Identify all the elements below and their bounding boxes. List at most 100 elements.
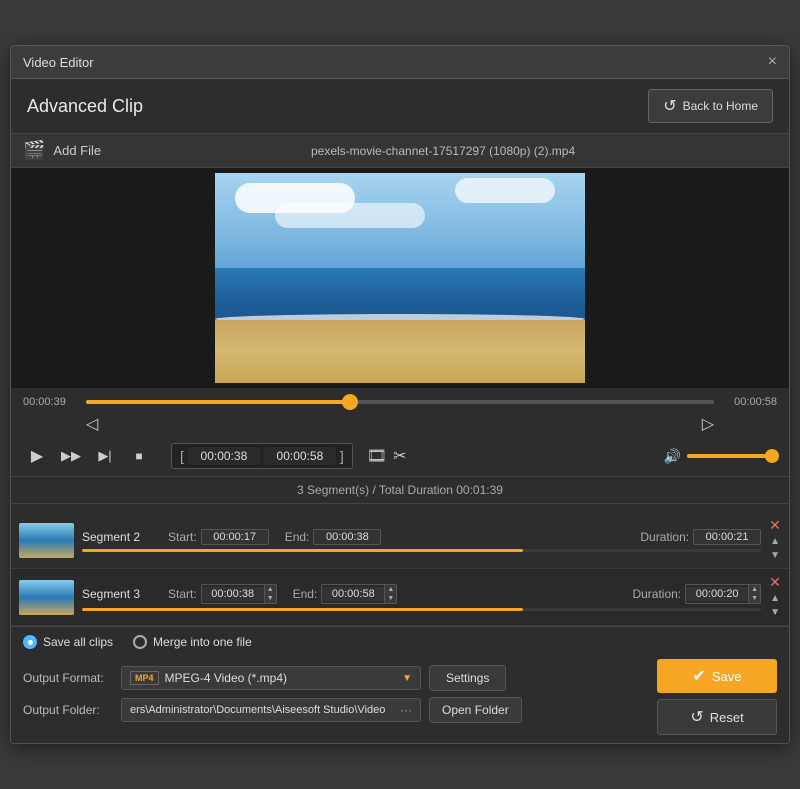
volume-icon: 🔊	[664, 448, 681, 465]
segment-2-header: Segment 2 Start: 00:00:17 End: 00:00:38 …	[82, 529, 761, 545]
timeline-slider[interactable]	[86, 400, 714, 404]
trim-right-marker[interactable]: ▷	[702, 414, 714, 434]
segment-2-up-button[interactable]: ▲	[769, 536, 781, 548]
segment-3-progress-fill	[82, 608, 523, 611]
segment-2-name: Segment 2	[82, 530, 152, 544]
segment-3-actions: ✕ ▲ ▼	[769, 575, 781, 619]
segment-2-end: End: 00:00:38	[285, 529, 382, 545]
save-all-label: Save all clips	[43, 635, 113, 649]
reset-icon: ↺	[690, 707, 703, 727]
save-button[interactable]: ✔ Save	[657, 659, 777, 693]
segment-3-header: Segment 3 Start: ▲ ▼ End:	[82, 584, 761, 604]
save-all-radio[interactable]	[23, 635, 37, 649]
segment-3-start-down[interactable]: ▼	[265, 594, 276, 603]
format-label: Output Format:	[23, 671, 113, 685]
segment-3-end-down[interactable]: ▼	[385, 594, 396, 603]
merge-radio[interactable]	[133, 635, 147, 649]
timeline-end-label: 00:00:58	[722, 396, 777, 408]
titlebar: Video Editor ×	[11, 46, 789, 79]
segment-2-thumbnail	[19, 523, 74, 558]
format-row: Output Format: MP4 MPEG-4 Video (*.mp4) …	[23, 665, 645, 691]
fast-forward-button[interactable]: ▶▶	[57, 442, 85, 470]
folder-path-display: ers\Administrator\Documents\Aiseesoft St…	[121, 698, 421, 722]
segment-3-close-button[interactable]: ✕	[769, 575, 781, 589]
segment-3-start: Start: ▲ ▼	[168, 584, 277, 604]
timeline-start-label: 00:00:39	[23, 396, 78, 408]
bottom-section: Save all clips Merge into one file Outpu…	[11, 626, 789, 743]
folder-path-text: ers\Administrator\Documents\Aiseesoft St…	[130, 704, 392, 716]
stop-button[interactable]: ■	[125, 442, 153, 470]
segment-3-end-up[interactable]: ▲	[385, 585, 396, 594]
segment-3-thumbnail	[19, 580, 74, 615]
right-bracket-icon: ]	[340, 448, 344, 464]
page-title: Advanced Clip	[27, 96, 143, 117]
video-preview-container	[11, 168, 789, 388]
segment-3-duration: Duration: ▲ ▼	[632, 584, 761, 604]
segment-item: Segment 3 Start: ▲ ▼ End:	[11, 569, 789, 626]
scissors-icon-button[interactable]: ✂	[393, 446, 406, 466]
segment-2-progress-fill	[82, 549, 523, 552]
folder-dots-button[interactable]: ···	[400, 703, 412, 717]
trim-start-input[interactable]	[188, 447, 260, 465]
clip-icons: 🎞 ✂	[367, 446, 407, 466]
reset-button[interactable]: ↺ Reset	[657, 699, 777, 735]
trim-controls: [ ]	[171, 443, 353, 469]
segment-3-duration-input[interactable]	[686, 587, 748, 601]
trim-markers-row: ◁ ▷	[23, 414, 777, 436]
segment-3-name: Segment 3	[82, 587, 152, 601]
segment-3-start-up[interactable]: ▲	[265, 585, 276, 594]
open-folder-button[interactable]: Open Folder	[429, 697, 522, 723]
volume-slider[interactable]	[687, 454, 777, 458]
segments-list: Segment 2 Start: 00:00:17 End: 00:00:38 …	[11, 512, 789, 626]
video-frame	[215, 173, 585, 383]
back-to-home-label: Back to Home	[683, 99, 758, 113]
segment-3-duration-up[interactable]: ▲	[749, 585, 760, 594]
action-buttons: ✔ Save ↺ Reset	[657, 659, 777, 735]
volume-fill	[687, 454, 777, 458]
add-file-label: Add File	[53, 143, 101, 158]
film-icon-button[interactable]: 🎞	[367, 446, 387, 466]
back-to-home-button[interactable]: ↺ Back to Home	[648, 89, 773, 123]
segment-3-duration-down[interactable]: ▼	[749, 594, 760, 603]
skip-to-end-button[interactable]: ▶|	[91, 442, 119, 470]
left-bracket-icon: [	[180, 448, 184, 464]
timeline-section: 00:00:39 00:00:58 ◁ ▷ ▶ ▶▶ ▶| ■ [	[11, 388, 789, 512]
save-all-clips-option[interactable]: Save all clips	[23, 635, 113, 649]
volume-section: 🔊	[664, 448, 777, 465]
check-icon: ✔	[692, 666, 705, 686]
merge-option[interactable]: Merge into one file	[133, 635, 252, 649]
segment-2-down-button[interactable]: ▼	[769, 550, 781, 562]
controls-row: ▶ ▶▶ ▶| ■ [ ] 🎞 ✂ 🔊	[23, 436, 777, 476]
add-file-button[interactable]: Add File	[53, 143, 101, 158]
segment-2-duration: Duration: 00:00:21	[640, 529, 761, 545]
cloud-decoration-3	[275, 203, 425, 228]
window-title: Video Editor	[23, 55, 94, 70]
main-window: Video Editor × Advanced Clip ↺ Back to H…	[10, 45, 790, 744]
segment-3-start-input[interactable]	[202, 587, 264, 601]
trim-end-input[interactable]	[264, 447, 336, 465]
segment-3-down-button[interactable]: ▼	[769, 607, 781, 619]
output-section: Output Format: MP4 MPEG-4 Video (*.mp4) …	[23, 659, 777, 735]
segment-2-info: Segment 2 Start: 00:00:17 End: 00:00:38 …	[82, 529, 761, 552]
add-file-icon: 🎬	[23, 140, 45, 161]
segment-2-close-button[interactable]: ✕	[769, 518, 781, 532]
segments-info: 3 Segment(s) / Total Duration 00:01:39	[11, 476, 789, 504]
segment-2-order-arrows: ▲ ▼	[769, 536, 781, 562]
segment-3-end-input[interactable]	[322, 587, 384, 601]
back-arrow-icon: ↺	[663, 96, 676, 116]
segment-2-actions: ✕ ▲ ▼	[769, 518, 781, 562]
reset-label: Reset	[710, 710, 744, 725]
segment-3-up-button[interactable]: ▲	[769, 593, 781, 605]
save-label: Save	[712, 669, 742, 684]
trim-left-marker[interactable]: ◁	[86, 414, 98, 434]
timeline-thumb[interactable]	[342, 394, 358, 410]
play-button[interactable]: ▶	[23, 442, 51, 470]
format-select[interactable]: MP4 MPEG-4 Video (*.mp4) ▼	[121, 666, 421, 690]
folder-label: Output Folder:	[23, 703, 113, 717]
segment-2-progress-track	[82, 549, 761, 552]
header: Advanced Clip ↺ Back to Home	[11, 79, 789, 134]
output-rows: Output Format: MP4 MPEG-4 Video (*.mp4) …	[23, 665, 645, 729]
settings-button[interactable]: Settings	[429, 665, 506, 691]
close-button[interactable]: ×	[768, 54, 777, 70]
volume-thumb[interactable]	[765, 449, 779, 463]
